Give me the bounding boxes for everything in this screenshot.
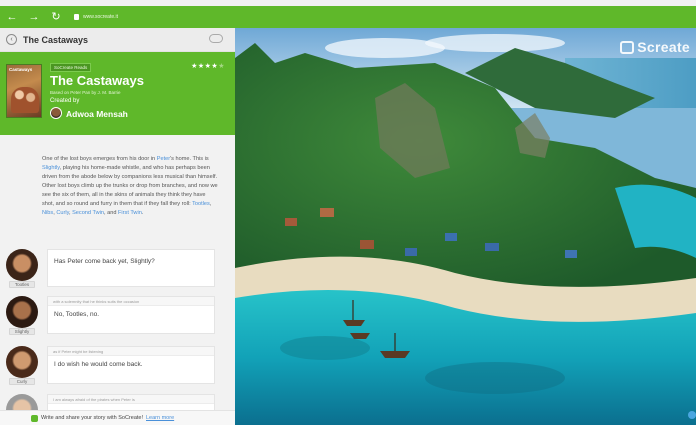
dialog-row: Slightly with a solemnity that he thinks…	[6, 296, 216, 336]
dialog-bubble[interactable]: as if Peter might be listening I do wish…	[47, 346, 215, 384]
lock-icon	[74, 14, 79, 20]
author-avatar[interactable]	[50, 107, 62, 119]
hut	[360, 240, 374, 249]
stage-direction: as if Peter might be listening	[48, 347, 214, 356]
dialog-text: Has Peter come back yet, Slightly?	[54, 258, 155, 265]
brand-logo-icon	[620, 40, 635, 54]
character-link-nibs[interactable]: Nibs	[42, 210, 53, 216]
panel-header: ‹ The Castaways	[0, 28, 235, 52]
character-name: Slightly	[9, 328, 35, 335]
stage-direction: I am always afraid of the pirates when P…	[48, 395, 214, 404]
character-avatar-curly[interactable]	[6, 346, 38, 378]
character-link-tootles[interactable]: Tootles	[192, 201, 210, 207]
cover-illustration	[11, 87, 39, 113]
narration-text: , and	[104, 210, 118, 216]
hut	[485, 243, 499, 251]
star-rating[interactable]: ★★★★★	[191, 62, 225, 70]
character-link-peter[interactable]: Peter	[157, 156, 170, 162]
dialog-row: Tootles Has Peter come back yet, Slightl…	[6, 249, 216, 289]
character-name: Curly	[9, 378, 35, 385]
narration-text: One of the lost boys emerges from his do…	[42, 156, 157, 162]
comment-icon[interactable]	[209, 34, 223, 43]
author-name[interactable]: Adwoa Mensah	[66, 109, 128, 119]
story-subtitle: Based on Peter Pan by J. M. Barrie	[50, 90, 121, 95]
reload-icon[interactable]: ↻	[50, 6, 62, 28]
narration-text: ,	[209, 201, 212, 207]
cloud	[425, 34, 565, 52]
learn-more-link[interactable]: Learn more	[146, 415, 174, 421]
scroll-indicator[interactable]	[688, 411, 696, 419]
stage-direction: with a solemnity that he thinks suits th…	[48, 297, 214, 306]
socreate-logo-icon	[31, 414, 38, 422]
story-panel: ‹ The Castaways Castaways SoCreate Reads…	[0, 28, 235, 425]
story-hero: Castaways SoCreate Reads ★★★★★ The Casta…	[0, 52, 235, 135]
dialog-bubble[interactable]: Has Peter come back yet, Slightly?	[47, 249, 215, 287]
promo-text: Write and share your story with SoCreate…	[41, 415, 143, 421]
character-link-curly[interactable]: Curly	[56, 210, 69, 216]
browser-toolbar: ← → ↻ www.socreate.it	[0, 6, 696, 28]
back-arrow-icon[interactable]: ←	[6, 6, 18, 28]
narration-block: One of the lost boys emerges from his do…	[42, 155, 218, 218]
character-link-slightly[interactable]: Slightly	[42, 165, 60, 171]
character-avatar-tootles[interactable]	[6, 249, 38, 281]
empty-star: ★	[218, 63, 225, 70]
url-text: www.socreate.it	[83, 14, 119, 20]
created-by-label: Created by	[50, 98, 80, 104]
promo-footer: Write and share your story with SoCreate…	[0, 410, 235, 425]
narration-text: .	[141, 210, 144, 216]
panel-back-icon[interactable]: ‹	[6, 34, 17, 45]
brand-watermark: Screate	[620, 39, 690, 55]
address-bar[interactable]: www.socreate.it	[74, 14, 118, 20]
island-illustration	[235, 28, 696, 425]
story-scene-image: Screate	[235, 28, 696, 425]
brand-name: Screate	[637, 39, 690, 55]
character-name: Tootles	[9, 281, 35, 288]
dialog-bubble[interactable]: with a solemnity that he thinks suits th…	[47, 296, 215, 334]
dialog-text: I do wish he would come back.	[54, 361, 143, 368]
narration-text: 's home. This is	[170, 156, 209, 162]
story-tag: SoCreate Reads	[50, 63, 92, 72]
forward-arrow-icon[interactable]: →	[28, 6, 40, 28]
cover-title: Castaways	[9, 67, 33, 72]
window-bottom-strip	[0, 425, 696, 429]
story-title: The Castaways	[50, 73, 144, 88]
hut	[285, 218, 297, 226]
filled-stars: ★★★★	[191, 63, 219, 70]
character-link-first-twin[interactable]: First Twin	[118, 210, 142, 216]
book-cover[interactable]: Castaways	[6, 64, 42, 118]
hut	[445, 233, 457, 241]
reef	[425, 362, 565, 394]
panel-title: The Castaways	[23, 34, 89, 45]
hut	[320, 208, 334, 217]
dialog-text: No, Tootles, no.	[54, 311, 100, 318]
hut	[405, 248, 417, 256]
character-link-second-twin[interactable]: Second Twin	[72, 210, 104, 216]
reef	[280, 336, 370, 360]
character-avatar-slightly[interactable]	[6, 296, 38, 328]
dialog-row: Curly as if Peter might be listening I d…	[6, 346, 216, 386]
hut	[565, 250, 577, 258]
